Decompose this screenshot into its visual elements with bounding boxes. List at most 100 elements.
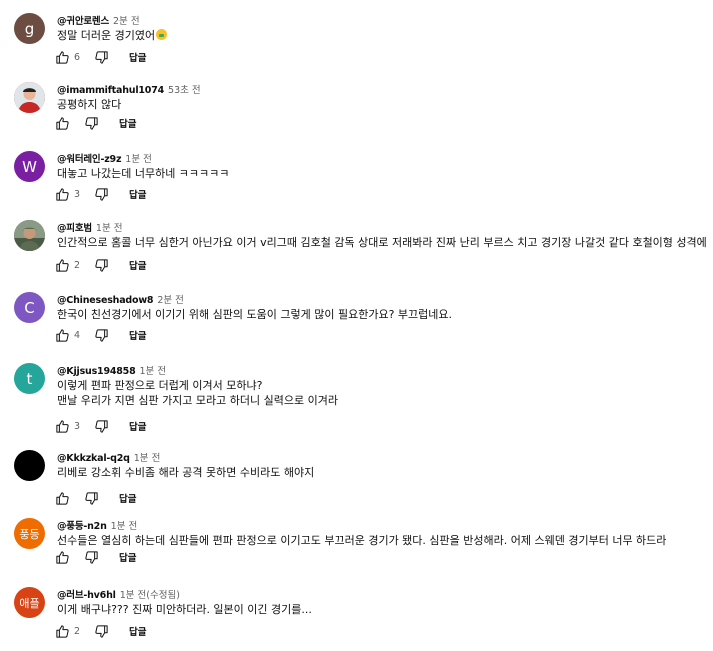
thumb-up-icon[interactable] xyxy=(55,258,70,273)
thumb-up-icon[interactable] xyxy=(55,50,70,65)
avatar[interactable] xyxy=(14,450,45,481)
comment-text-block: 선수들은 열심히 하는데 심판들에 편파 판정으로 이기고도 부끄러운 경기가 … xyxy=(57,533,666,548)
comment-author[interactable]: @피호범 xyxy=(57,223,92,234)
comment-actions: 3 답글 xyxy=(55,418,147,434)
avatar[interactable]: 풍등 xyxy=(14,518,45,549)
thumb-down-icon[interactable] xyxy=(94,624,109,639)
comment-item: @imammiftahul1074 53초 전공평하지 않다답글 xyxy=(0,82,713,142)
comment-text-block: 공평하지 않다 xyxy=(57,97,121,112)
comment-text-block: 정말 더러운 경기였어 xyxy=(57,28,168,43)
comment-text: 이게 배구냐??? 진짜 미안하더라. 일본이 이긴 경기를... xyxy=(57,603,312,616)
like-count: 6 xyxy=(74,51,81,63)
thumb-down-icon[interactable] xyxy=(84,116,99,131)
reply-button[interactable]: 답글 xyxy=(129,258,146,272)
comment-text: 한국이 친선경기에서 이기기 위해 심판의 도움이 그렇게 많이 필요한가요? … xyxy=(57,308,453,321)
comment-header: @귀안로렌스 2분 전 xyxy=(57,13,140,27)
comment-timestamp[interactable]: 1분 전 xyxy=(134,453,161,464)
thumb-up-icon[interactable] xyxy=(55,550,70,565)
avatar-letter: g xyxy=(24,19,35,38)
reply-button[interactable]: 답글 xyxy=(129,419,146,433)
comment-author[interactable]: @풍등-n2n xyxy=(57,521,107,532)
thumb-up-icon[interactable] xyxy=(55,419,70,434)
avatar[interactable]: 애플 xyxy=(14,587,45,618)
comment-text-block: 리베로 강소휘 수비좀 해라 공격 못하면 수비라도 해야지 xyxy=(57,465,314,480)
comment-text-block: 이게 배구냐??? 진짜 미안하더라. 일본이 이긴 경기를... xyxy=(57,602,312,617)
reply-button[interactable]: 답글 xyxy=(129,187,146,201)
comment-text: 대놓고 나갔는데 너무하네 ㅋㅋㅋㅋㅋ xyxy=(57,167,230,180)
comment-header: @imammiftahul1074 53초 전 xyxy=(57,82,201,96)
thumb-up-icon[interactable] xyxy=(55,491,70,506)
comment-author[interactable]: @워터레인-z9z xyxy=(57,154,121,165)
comment-item: @피호범 1분 전인간적으로 홈콜 너무 심한거 아닌가요 이거 v리그때 김호철… xyxy=(0,220,713,280)
comment-actions: 2 답글 xyxy=(55,623,147,639)
comment-timestamp[interactable]: 2분 전 xyxy=(113,16,140,27)
comment-text: 선수들은 열심히 하는데 심판들에 편파 판정으로 이기고도 부끄러운 경기가 … xyxy=(57,534,667,547)
comment-item: C @Chineseshadow8 2분 전한국이 친선경기에서 이기기 위해 심판… xyxy=(0,292,713,352)
reply-button[interactable]: 답글 xyxy=(129,624,146,638)
thumb-down-icon[interactable] xyxy=(94,328,109,343)
comment-author[interactable]: @귀안로렌스 xyxy=(57,16,109,27)
reply-button[interactable]: 답글 xyxy=(129,50,146,64)
money-mouth-face-emoji xyxy=(156,29,168,40)
comment-text-block: 대놓고 나갔는데 너무하네 ㅋㅋㅋㅋㅋ xyxy=(57,166,229,181)
comment-text: 인간적으로 홈콜 너무 심한거 아닌가요 이거 v리그때 김호철 감독 상대로 … xyxy=(57,236,707,249)
comment-author[interactable]: @러브-hv6hl xyxy=(57,590,116,601)
thumb-up-icon[interactable] xyxy=(55,328,70,343)
avatar[interactable]: C xyxy=(14,292,45,323)
comment-text-block: 인간적으로 홈콜 너무 심한거 아닌가요 이거 v리그때 김호철 감독 상대로 … xyxy=(57,235,707,250)
like-count: 2 xyxy=(74,625,81,637)
comment-timestamp[interactable]: 1분 전 xyxy=(111,521,138,532)
comment-timestamp[interactable]: 1분 전(수정됨) xyxy=(120,590,180,601)
comment-timestamp[interactable]: 1분 전 xyxy=(125,154,152,165)
like-count: 4 xyxy=(74,329,81,341)
avatar-letter: W xyxy=(22,157,37,176)
comment-actions: 6 답글 xyxy=(55,49,147,65)
avatar[interactable] xyxy=(14,220,45,251)
like-count: 2 xyxy=(74,259,81,271)
comment-item: t @Kjjsus194858 1분 전이렇게 편파 판정으로 더럽게 이겨서 모하… xyxy=(0,363,713,433)
comment-author[interactable]: @imammiftahul1074 xyxy=(57,85,164,96)
comment-header: @피호범 1분 전 xyxy=(57,220,122,234)
avatar-letter: 풍등 xyxy=(19,527,40,541)
avatar[interactable]: t xyxy=(14,363,45,394)
comment-author[interactable]: @Kjjsus194858 xyxy=(57,366,136,377)
comment-item: 풍등 @풍등-n2n 1분 전선수들은 열심히 하는데 심판들에 편파 판정으로 이… xyxy=(0,518,713,578)
comment-header: @Kkkzkal-q2q 1분 전 xyxy=(57,450,160,464)
avatar-letter: t xyxy=(26,369,33,388)
thumb-down-icon[interactable] xyxy=(94,258,109,273)
comment-actions: 답글 xyxy=(55,549,136,565)
thumb-down-icon[interactable] xyxy=(94,50,109,65)
thumb-up-icon[interactable] xyxy=(55,116,70,131)
comment-text: 정말 더러운 경기였어 xyxy=(57,29,156,42)
avatar[interactable]: W xyxy=(14,151,45,182)
comment-timestamp[interactable]: 1분 전 xyxy=(96,223,123,234)
avatar-letter: 애플 xyxy=(19,596,40,610)
avatar[interactable] xyxy=(14,82,45,113)
comment-header: @워터레인-z9z 1분 전 xyxy=(57,151,152,165)
thumb-up-icon[interactable] xyxy=(55,187,70,202)
comment-text: 이렇게 편파 판정으로 더럽게 이겨서 모하냐? 맨날 우리가 지면 심판 가지… xyxy=(57,379,338,407)
comment-text: 공평하지 않다 xyxy=(57,98,122,111)
thumb-down-icon[interactable] xyxy=(94,187,109,202)
comment-timestamp[interactable]: 2분 전 xyxy=(157,295,184,306)
thumb-down-icon[interactable] xyxy=(94,419,109,434)
comment-text-block: 이렇게 편파 판정으로 더럽게 이겨서 모하냐? 맨날 우리가 지면 심판 가지… xyxy=(57,378,338,408)
thumb-down-icon[interactable] xyxy=(84,491,99,506)
avatar[interactable]: g xyxy=(14,13,45,44)
comment-header: @Chineseshadow8 2분 전 xyxy=(57,292,184,306)
comment-text: 리베로 강소휘 수비좀 해라 공격 못하면 수비라도 해야지 xyxy=(57,466,315,479)
reply-button[interactable]: 답글 xyxy=(119,116,136,130)
comment-author[interactable]: @Kkkzkal-q2q xyxy=(57,453,130,464)
comment-actions: 답글 xyxy=(55,490,136,506)
reply-button[interactable]: 답글 xyxy=(129,328,146,342)
reply-button[interactable]: 답글 xyxy=(119,550,136,564)
comment-timestamp[interactable]: 53초 전 xyxy=(168,85,201,96)
comment-timestamp[interactable]: 1분 전 xyxy=(140,366,167,377)
comment-author[interactable]: @Chineseshadow8 xyxy=(57,295,154,306)
reply-button[interactable]: 답글 xyxy=(119,491,136,505)
comment-header: @풍등-n2n 1분 전 xyxy=(57,518,137,532)
like-count: 3 xyxy=(74,188,81,200)
comment-header: @Kjjsus194858 1분 전 xyxy=(57,363,166,377)
thumb-up-icon[interactable] xyxy=(55,624,70,639)
thumb-down-icon[interactable] xyxy=(84,550,99,565)
